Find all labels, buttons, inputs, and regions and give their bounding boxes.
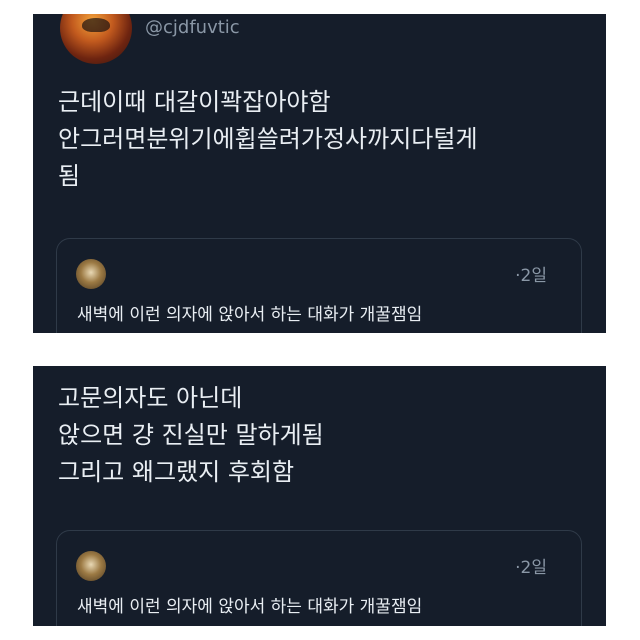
- user-handle[interactable]: @cjdfuvtic: [145, 17, 240, 38]
- quoted-tweet[interactable]: ·2일 새벽에 이런 의자에 앉아서 하는 대화가 개꿀잼임: [56, 530, 582, 626]
- tweet-panel-1: @cjdfuvtic 근데이때 대갈이꽉잡아야함 안그러면분위기에휩쓸려가정사까…: [33, 14, 606, 333]
- quoted-user-avatar: [76, 259, 106, 289]
- user-avatar[interactable]: [60, 14, 132, 64]
- quoted-tweet-time: ·2일: [515, 558, 547, 578]
- quoted-user-avatar: [76, 551, 106, 581]
- tweet-panel-2: 고문의자도 아닌데 앉으면 걍 진실만 말하게됨 그리고 왜그랬지 후회함 ·2…: [33, 366, 606, 626]
- quoted-tweet[interactable]: ·2일 새벽에 이런 의자에 앉아서 하는 대화가 개꿀잼임: [56, 238, 582, 333]
- quoted-tweet-time: ·2일: [515, 266, 547, 286]
- tweet-text: 근데이때 대갈이꽉잡아야함 안그러면분위기에휩쓸려가정사까지다털게 됨: [58, 88, 478, 190]
- tweet-text: 고문의자도 아닌데 앉으면 걍 진실만 말하게됨 그리고 왜그랬지 후회함: [58, 384, 324, 486]
- quoted-tweet-text: 새벽에 이런 의자에 앉아서 하는 대화가 개꿀잼임: [77, 305, 423, 325]
- quoted-tweet-text: 새벽에 이런 의자에 앉아서 하는 대화가 개꿀잼임: [77, 597, 423, 617]
